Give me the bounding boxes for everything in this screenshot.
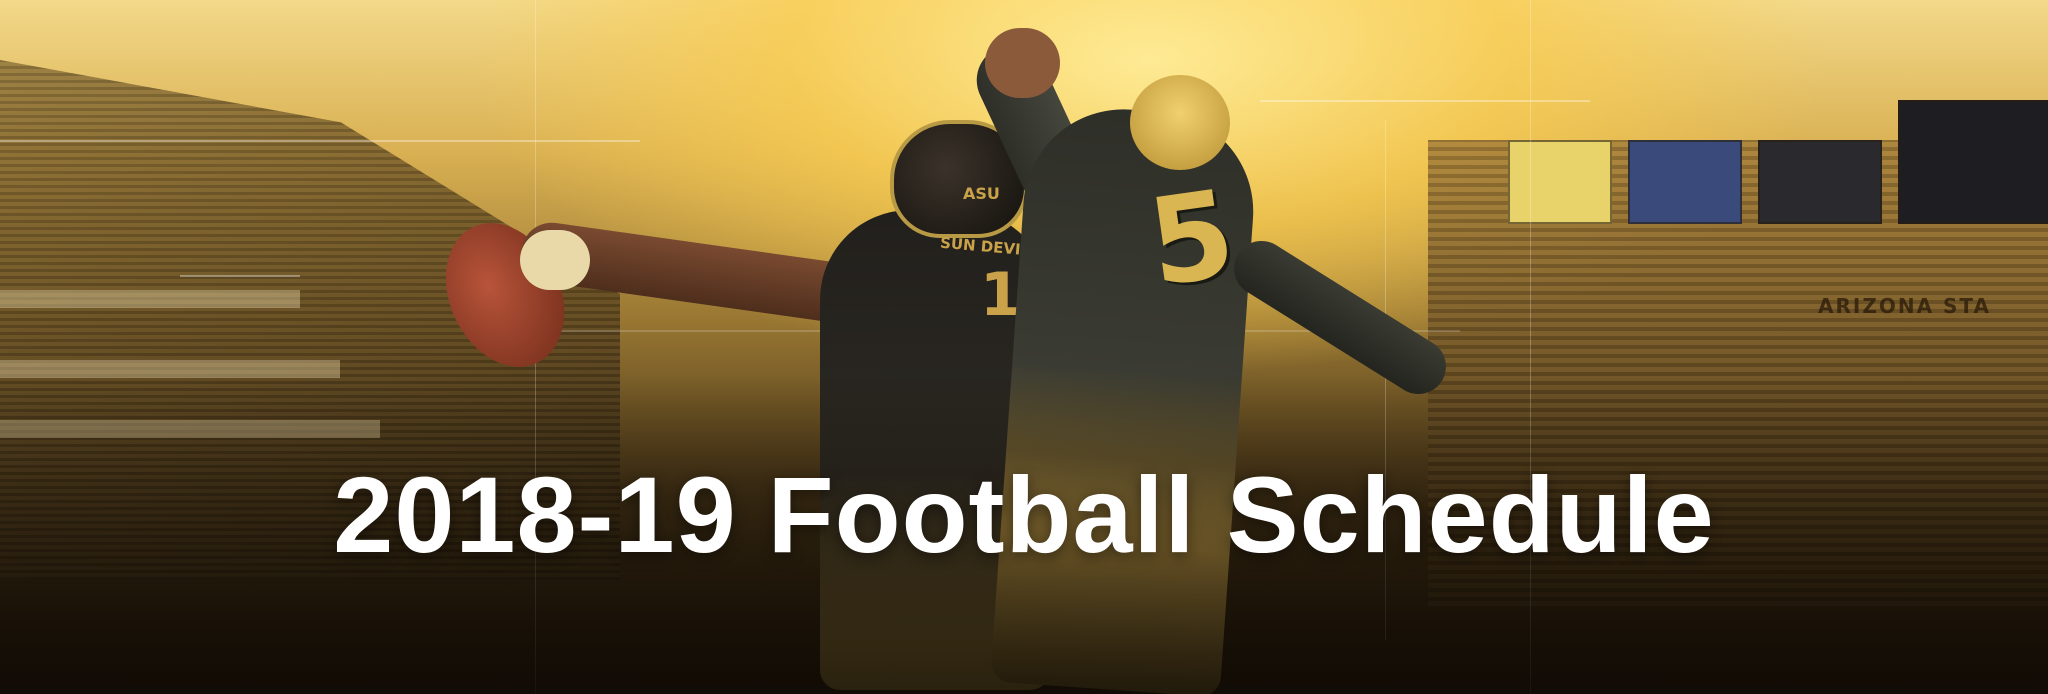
stands-ledge	[0, 290, 300, 308]
player-right-fist	[985, 28, 1060, 98]
player-left-glove	[520, 230, 590, 290]
glitch-line	[0, 140, 640, 142]
player-right-helmet	[1130, 75, 1230, 170]
scoreboard-panel	[1758, 140, 1882, 224]
scoreboard-panel	[1628, 140, 1742, 224]
page-title: 2018-19 Football Schedule	[333, 454, 1715, 575]
stadium-banner-text: ARIZONA STA	[1818, 294, 1991, 318]
hero-banner: ARIZONA STA ASU SUN DEVILS 1 5 2018-19 F…	[0, 0, 2048, 694]
scoreboard-panel	[1898, 100, 2048, 224]
glitch-line	[180, 275, 300, 277]
helmet-logo-text: ASU	[963, 184, 1000, 203]
glitch-line	[1260, 100, 1590, 102]
scoreboard-panel	[1508, 140, 1612, 224]
